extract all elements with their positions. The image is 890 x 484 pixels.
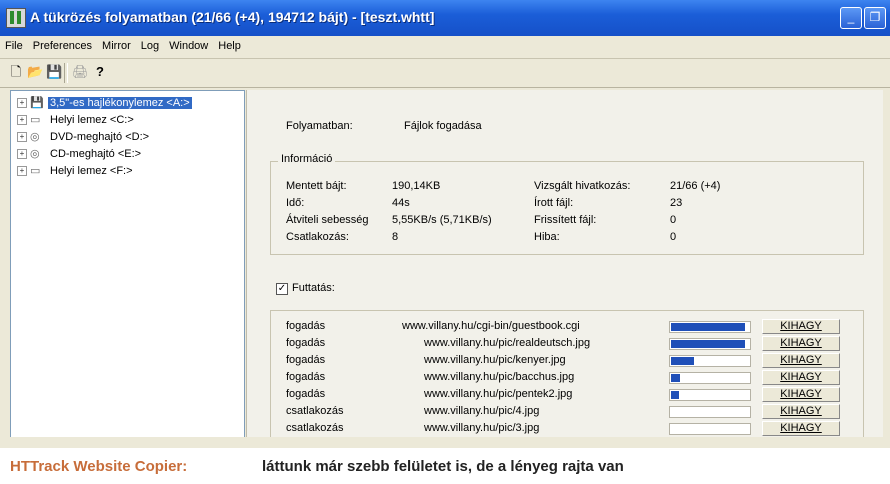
stat-value: 0 <box>670 214 677 226</box>
stat-label: Átviteli sebesség <box>286 214 369 226</box>
stat-label: Hiba: <box>534 231 560 243</box>
hard-disk-icon: ▭ <box>30 165 41 178</box>
transfer-status: fogadás <box>286 371 326 383</box>
expand-icon[interactable]: + <box>17 166 27 177</box>
restore-button[interactable]: ❐ <box>864 7 886 29</box>
transfer-status: fogadás <box>286 354 326 366</box>
transfer-status: csatlakozás <box>286 405 344 417</box>
stat-label: Csatlakozás: <box>286 231 349 243</box>
stat-value: 21/66 (+4) <box>670 180 721 192</box>
transfer-progress-bar <box>669 372 751 384</box>
new-icon[interactable]: 🗋 <box>8 64 24 80</box>
transfer-progress-bar <box>669 321 751 333</box>
tree-item-label: CD-meghajtó <E:> <box>50 148 142 160</box>
transfer-progress-bar <box>669 338 751 350</box>
stat-label: Frissített fájl: <box>534 214 597 226</box>
stat-value: 23 <box>670 197 683 209</box>
skip-button[interactable]: KIHAGY <box>762 353 840 368</box>
caption-text: láttunk már szebb felületet is, de a lén… <box>262 458 624 475</box>
caption-brand: HTTrack Website Copier: <box>10 458 188 475</box>
tree-item-label: 3,5"-es hajlékonylemez <A:> <box>48 97 192 109</box>
expand-icon[interactable]: + <box>17 132 27 143</box>
transfer-url: www.villany.hu/pic/pentek2.jpg <box>424 388 573 400</box>
skip-button[interactable]: KIHAGY <box>762 370 840 385</box>
menu-window[interactable]: Window <box>164 36 213 52</box>
transfer-url: www.villany.hu/pic/4.jpg <box>424 405 540 417</box>
progress-fill <box>671 374 680 382</box>
progress-fill <box>671 323 745 331</box>
minimize-button[interactable]: _ <box>840 7 862 29</box>
stat-label: Mentett bájt: <box>286 180 347 192</box>
transfer-progress-bar <box>669 389 751 401</box>
menu-mirror[interactable]: Mirror <box>97 36 136 52</box>
progress-fill <box>671 357 694 365</box>
transfer-status: fogadás <box>286 320 326 332</box>
skip-button[interactable]: KIHAGY <box>762 319 840 334</box>
menu-bar: File Preferences Mirror Log Window Help <box>0 36 890 59</box>
dvd-drive-icon: ◎ <box>30 131 40 144</box>
menu-help[interactable]: Help <box>213 36 246 52</box>
tree-item-label: Helyi lemez <F:> <box>50 165 133 177</box>
menu-log[interactable]: Log <box>136 36 164 52</box>
transfer-progress-bar <box>669 423 751 435</box>
window-title: A tükrözés folyamatban (21/66 (+4), 1947… <box>30 9 435 25</box>
transfer-url: www.villany.hu/pic/bacchus.jpg <box>424 371 575 383</box>
print-icon[interactable]: 🖨 <box>72 64 89 80</box>
skip-button[interactable]: KIHAGY <box>762 387 840 402</box>
transfer-url: www.villany.hu/pic/realdeutsch.jpg <box>424 337 591 349</box>
transfer-status: fogadás <box>286 337 326 349</box>
tree-item-drive-e[interactable]: + ◎ CD-meghajtó <E:> <box>17 146 143 162</box>
status-value: Fájlok fogadása <box>404 120 482 132</box>
tree-item-label: Helyi lemez <C:> <box>50 114 134 126</box>
transfer-progress-bar <box>669 406 751 418</box>
httrack-app-icon[interactable] <box>6 8 26 28</box>
stat-label: Vizsgált hivatkozás: <box>534 180 631 192</box>
tree-item-drive-f[interactable]: + ▭ Helyi lemez <F:> <box>17 163 135 179</box>
help-icon[interactable]: ? <box>92 64 108 80</box>
menu-preferences[interactable]: Preferences <box>28 36 97 52</box>
transfer-status: fogadás <box>286 388 326 400</box>
save-icon[interactable]: 💾 <box>46 64 62 80</box>
title-bar: A tükrözés folyamatban (21/66 (+4), 1947… <box>0 0 890 36</box>
tree-item-drive-c[interactable]: + ▭ Helyi lemez <C:> <box>17 112 136 128</box>
progress-fill <box>671 340 745 348</box>
expand-icon[interactable]: + <box>17 98 27 109</box>
expand-icon[interactable]: + <box>17 149 27 160</box>
tree-item-drive-a[interactable]: + 💾 3,5"-es hajlékonylemez <A:> <box>17 95 192 111</box>
transfer-url: www.villany.hu/pic/3.jpg <box>424 422 540 434</box>
stat-label: Írott fájl: <box>534 197 574 209</box>
progress-fill <box>671 391 679 399</box>
hard-disk-icon: ▭ <box>30 114 41 127</box>
info-group-title: Információ <box>278 153 336 165</box>
toolbar-separator <box>64 63 68 83</box>
floppy-drive-icon: 💾 <box>30 97 44 110</box>
transfer-status: csatlakozás <box>286 422 344 434</box>
run-checkbox[interactable]: ✓ <box>276 283 288 295</box>
stat-label: Idő: <box>286 197 305 209</box>
drive-tree-panel: + 💾 3,5"-es hajlékonylemez <A:> + ▭ Helyi le… <box>10 90 245 439</box>
article-caption: HTTrack Website Copier: láttunk már szeb… <box>0 448 890 484</box>
tree-item-label: DVD-meghajtó <D:> <box>50 131 150 143</box>
transfer-progress-bar <box>669 355 751 367</box>
skip-button[interactable]: KIHAGY <box>762 336 840 351</box>
menu-file[interactable]: File <box>0 36 28 52</box>
stat-value: 44s <box>392 197 410 209</box>
skip-button[interactable]: KIHAGY <box>762 421 840 436</box>
toolbar: 🗋 📂 💾 🖨 ? <box>0 59 890 88</box>
run-checkbox-label: Futtatás: <box>292 282 335 294</box>
stat-value: 0 <box>670 231 677 243</box>
stat-value: 5,55KB/s (5,71KB/s) <box>392 214 492 226</box>
status-label: Folyamatban: <box>286 120 353 132</box>
transfer-url: www.villany.hu/pic/kenyer.jpg <box>424 354 566 366</box>
skip-button[interactable]: KIHAGY <box>762 404 840 419</box>
expand-icon[interactable]: + <box>17 115 27 126</box>
tree-item-drive-d[interactable]: + ◎ DVD-meghajtó <D:> <box>17 129 151 145</box>
status-strip <box>0 437 890 448</box>
cd-drive-icon: ◎ <box>30 148 40 161</box>
open-folder-icon[interactable]: 📂 <box>27 64 43 80</box>
stat-value: 8 <box>392 231 399 243</box>
transfer-url: www.villany.hu/cgi-bin/guestbook.cgi <box>402 320 580 332</box>
stat-value: 190,14KB <box>392 180 441 192</box>
